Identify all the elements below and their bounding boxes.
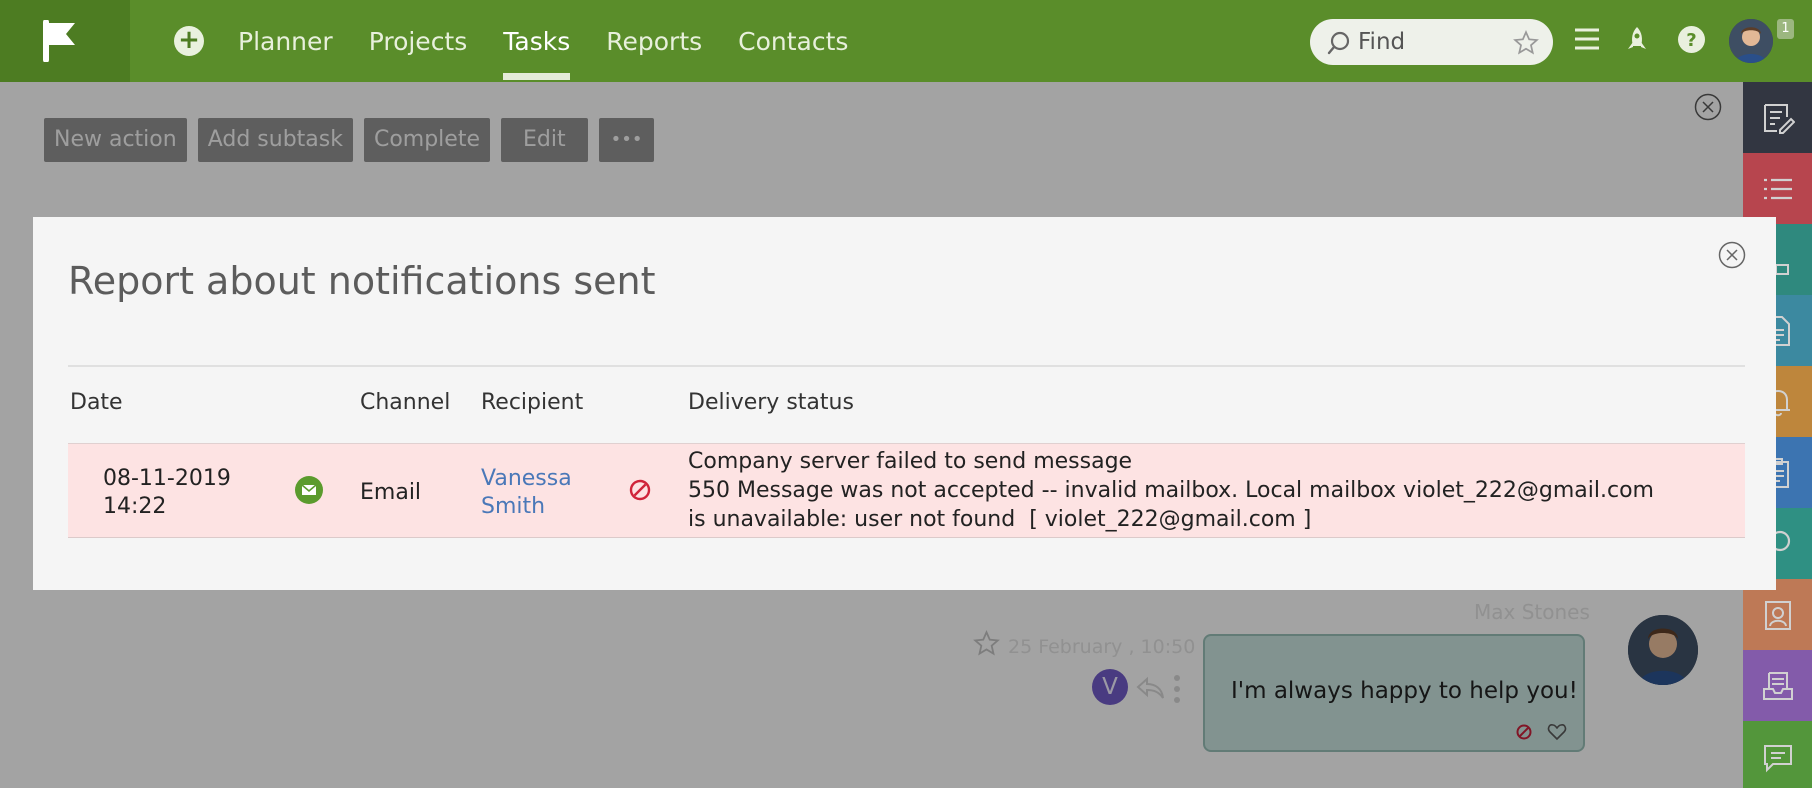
nav-projects[interactable]: Projects	[351, 0, 486, 82]
nav-contacts[interactable]: Contacts	[720, 0, 866, 82]
status-line-1: Company server failed to send message	[688, 449, 1133, 474]
close-icon[interactable]	[1718, 241, 1746, 269]
flag-logo-icon[interactable]	[42, 20, 78, 62]
nav-reports[interactable]: Reports	[588, 0, 720, 82]
mail-icon	[295, 476, 323, 504]
help-icon[interactable]: ?	[1677, 25, 1706, 54]
column-header-delivery-status: Delivery status	[688, 390, 854, 415]
add-plus-button[interactable]: +	[174, 26, 204, 56]
row-date: 08-11-2019	[103, 466, 231, 491]
search-box	[1310, 19, 1553, 65]
menu-icon[interactable]	[1573, 25, 1601, 53]
column-header-channel: Channel	[360, 390, 451, 415]
main-nav: Planner Projects Tasks Reports Contacts	[238, 0, 866, 82]
dialog-title: Report about notifications sent	[68, 259, 656, 303]
table-divider	[68, 365, 1745, 367]
row-time: 14:22	[103, 494, 167, 519]
search-icon[interactable]	[1326, 30, 1352, 56]
user-avatar[interactable]	[1729, 19, 1773, 63]
recipient-link[interactable]: Vanessa	[481, 464, 572, 493]
top-bar: + Planner Projects Tasks Reports Contact…	[0, 0, 1812, 82]
favorite-star-icon[interactable]	[1513, 30, 1539, 56]
search-input[interactable]	[1358, 27, 1498, 57]
notification-badge: 1	[1777, 19, 1794, 39]
column-header-date: Date	[70, 390, 123, 415]
row-channel: Email	[360, 480, 422, 505]
nav-planner[interactable]: Planner	[238, 0, 351, 82]
status-line-2: 550 Message was not accepted -- invalid …	[688, 478, 1654, 503]
svg-text:?: ?	[1686, 30, 1696, 51]
status-line-3: is unavailable: user not found [ violet_…	[688, 507, 1312, 532]
nav-tasks[interactable]: Tasks	[485, 0, 588, 82]
column-header-recipient: Recipient	[481, 390, 584, 415]
ban-icon	[629, 479, 651, 501]
rocket-icon[interactable]	[1624, 25, 1650, 55]
recipient-link-lastname[interactable]: Smith	[481, 492, 545, 521]
